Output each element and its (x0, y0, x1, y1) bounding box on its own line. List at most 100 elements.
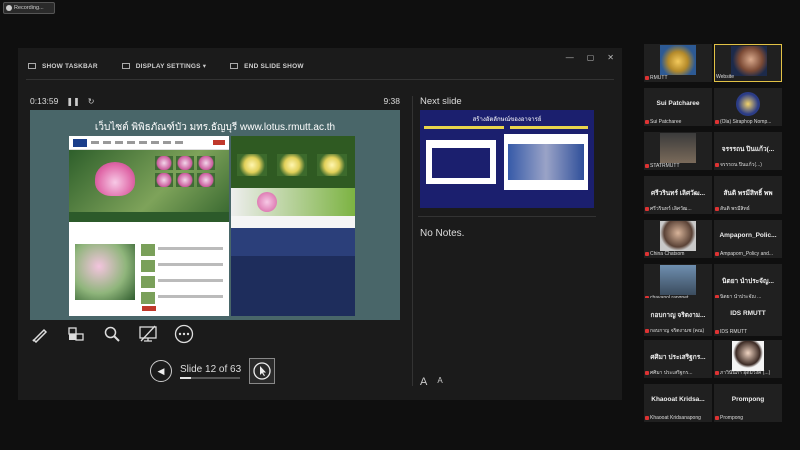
next-slide-label: Next slide (420, 96, 462, 107)
participant-video (660, 133, 696, 163)
pen-icon[interactable] (30, 324, 50, 344)
end-slide-show-button[interactable]: END SLIDE SHOW (230, 63, 304, 70)
participant-tile[interactable]: Khaooat Kridsa... Khaooat Kridsanapong (644, 384, 712, 422)
participant-name: Ampaporn_Polic... (719, 232, 777, 239)
slide-progress-bar (180, 376, 240, 379)
participant-label: Prompong (720, 415, 744, 421)
slide-caption: เว็บไซต์ พิพิธภัณฑ์บัว มทร.ธัญบุรี www.l… (94, 122, 336, 133)
website-subheader (69, 222, 229, 236)
show-taskbar-label: SHOW TASKBAR (42, 62, 98, 70)
muted-mic-icon (715, 207, 719, 211)
window-controls: — ▢ ✕ (566, 53, 614, 62)
muted-mic-icon (715, 120, 719, 124)
participant-tile[interactable]: STATRMUTT (644, 132, 712, 170)
participant-label: กอบกาญ จริตงามช (คณ) (650, 328, 705, 334)
zoom-icon[interactable] (102, 324, 122, 344)
participant-avatar (736, 92, 760, 116)
slide-counter-label: Slide 12 of 63 (180, 363, 242, 375)
muted-mic-icon (715, 371, 719, 375)
rmutt-emblem-image (660, 45, 696, 75)
next-slide-title: สร้างอัตลักษณ์ของอาจารย์ (472, 117, 542, 123)
website-header (69, 136, 229, 150)
previous-slide-button[interactable]: ◀ (150, 360, 172, 382)
participant-label: Ampaporn_Policy and... (720, 251, 774, 257)
next-slide-text-line (424, 126, 504, 129)
close-button[interactable]: ✕ (607, 53, 614, 62)
reset-timer-icon[interactable]: ↻ (88, 97, 95, 106)
next-slide-text-line (510, 126, 588, 129)
participant-tile[interactable]: chayapol rangpet (644, 264, 712, 302)
participant-tile[interactable]: RMUTT (644, 44, 712, 82)
participant-tile[interactable]: กอบกาญ จริตงาม... กอบกาญ จริตงามช (คณ) (644, 298, 712, 336)
participant-tile[interactable]: ภาวินีนภา อุดมวงค์ (...) (714, 340, 782, 378)
participant-tile[interactable]: จรรรถน ปินแก้ว(... จรรรถน ปินแก้ว(...) (714, 132, 782, 170)
elapsed-timer: 0:13:59 (30, 96, 59, 106)
rmutt-logo (73, 138, 87, 147)
more-options-icon[interactable] (174, 324, 194, 344)
participant-name: Sui Patcharee (656, 100, 700, 107)
muted-mic-icon (715, 252, 719, 256)
participant-name: สันติ พรมีสิทธิ์ พพ (723, 190, 773, 197)
panel-divider (412, 96, 413, 386)
participant-tile[interactable]: Ampaporn_Polic... Ampaporn_Policy and... (714, 220, 782, 258)
restore-button[interactable]: ▢ (587, 53, 595, 62)
display-settings-label: DISPLAY SETTINGS ▾ (135, 63, 207, 70)
website-nav-button (213, 140, 225, 145)
participant-label: STATRMUTT (650, 163, 680, 169)
participant-label: ภาวินีนภา อุดมวงค์ (...) (720, 370, 771, 376)
participant-tile[interactable]: (Ola) Siraphop Nomp... (714, 88, 782, 126)
display-settings-button[interactable]: DISPLAY SETTINGS ▾ (121, 62, 207, 70)
participant-tile[interactable]: Prompong Prompong (714, 384, 782, 422)
participant-name: IDS RMUTT (730, 310, 766, 317)
muted-mic-icon (645, 207, 649, 211)
participant-tile[interactable]: China Chatsom (644, 220, 712, 258)
muted-mic-icon (715, 416, 719, 420)
pause-icon[interactable]: ❚❚ (66, 97, 79, 106)
participant-tile[interactable]: สันติ พรมีสิทธิ์ พพ สันติ พรมีสิทธ์ (714, 176, 782, 214)
increase-font-button[interactable]: A (420, 376, 427, 388)
next-slide-thumbnail[interactable]: สร้างอัตลักษณ์ของอาจารย์ (420, 110, 594, 208)
cursor-arrow-icon (253, 362, 271, 380)
muted-mic-icon (645, 329, 649, 333)
participant-tile[interactable]: นิตยา นำประจัญ... นิตยา นำประจัญ ... (714, 264, 782, 302)
participant-video (660, 221, 696, 251)
muted-mic-icon (645, 416, 649, 420)
end-slide-show-label: END SLIDE SHOW (244, 62, 304, 70)
slide-counter[interactable]: Slide 12 of 63 (180, 364, 241, 379)
recording-badge: Recording... (3, 2, 55, 14)
black-screen-icon[interactable] (138, 324, 158, 344)
participant-label: จรรรถน ปินแก้ว(...) (720, 162, 762, 168)
participant-name: นิตยา นำประจัญ... (722, 278, 774, 285)
participant-tile[interactable]: IDS RMUTT IDS RMUTT (714, 298, 782, 336)
participant-tile-active[interactable]: Website (714, 44, 782, 82)
current-slide: เว็บไซต์ พิพิธภัณฑ์บัว มทร.ธัญบุรี www.l… (30, 110, 400, 320)
participant-tile[interactable]: ศรีวรินทร์ เลิศวัฒ... ศรีวรินทร์ เลิศวัฒ… (644, 176, 712, 214)
participant-tile[interactable]: Sui Patcharee Sui Patcharee (644, 88, 712, 126)
muted-mic-icon (645, 76, 649, 80)
decrease-font-button[interactable]: A (437, 376, 442, 388)
website-more-button (142, 306, 156, 311)
website-gallery-band (231, 188, 355, 216)
next-slide-table-image (426, 140, 496, 184)
minimize-button[interactable]: — (566, 53, 574, 62)
muted-mic-icon (645, 252, 649, 256)
website-gallery-blue (231, 228, 355, 256)
taskbar-icon (28, 63, 36, 69)
website-nav (91, 141, 185, 144)
participant-name: Prompong (731, 396, 765, 403)
participant-tile[interactable]: ศศิมา ประเสริฐกร... ศศิมา ประเสริฐกร... (644, 340, 712, 378)
show-taskbar-button[interactable]: SHOW TASKBAR (28, 63, 98, 70)
speaker-notes: No Notes. (420, 228, 465, 239)
website-screenshot-gallery (231, 136, 355, 316)
participant-label: ศศิมา ประเสริฐกร... (650, 370, 693, 376)
muted-mic-icon (645, 371, 649, 375)
see-all-slides-icon[interactable] (66, 324, 86, 344)
participant-label: IDS RMUTT (720, 329, 748, 335)
participant-label: สันติ พรมีสิทธ์ (720, 206, 750, 212)
website-screenshot-home (69, 136, 229, 316)
muted-mic-icon (645, 120, 649, 124)
participant-name: จรรรถน ปินแก้ว(... (721, 146, 775, 153)
next-slide-button[interactable] (249, 358, 276, 384)
recording-label: Recording... (14, 5, 44, 11)
participant-label: Khaooat Kridsanapong (650, 415, 701, 421)
